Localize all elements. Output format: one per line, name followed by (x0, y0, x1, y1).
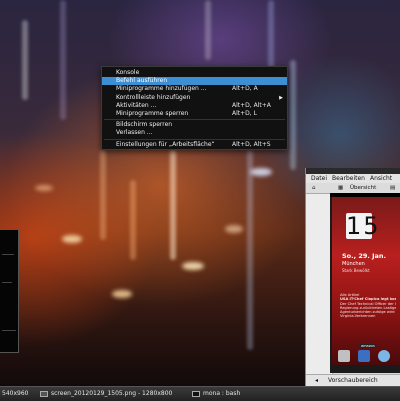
desktop-context-menu: Konsole Befehl ausführen Miniprogramme h… (101, 66, 288, 150)
window-line (2, 330, 16, 331)
wallpaper-streak (130, 180, 136, 260)
grid-icon[interactable]: ▦ (338, 183, 343, 193)
menu-item-desktop-settings[interactable]: Einstellungen für „Arbeitsfläche“ Alt+D, … (102, 141, 287, 149)
home-icon[interactable]: ⌂ (312, 183, 316, 193)
flip-clock-widget: 15 (346, 213, 400, 239)
clock-digit: 15 (346, 213, 379, 239)
menu-item-add-widgets[interactable]: Miniprogramme hinzufügen ... Alt+D, A (102, 85, 287, 93)
app-icon (358, 350, 370, 362)
wallpaper-glow (62, 235, 82, 243)
wallpaper-streak (170, 150, 176, 260)
clock-hour: 15 (346, 212, 381, 240)
window-line (2, 282, 12, 283)
wallpaper-glow (225, 225, 243, 233)
menu-item-konsole[interactable]: Konsole (102, 69, 287, 77)
preview-area-label[interactable]: Vorschaubereich (328, 377, 378, 384)
menu-item-activities[interactable]: Aktivitäten ... Alt+D, Alt+A (102, 102, 287, 110)
submenu-arrow-icon: ▶ (279, 94, 283, 101)
wallpaper-glow (182, 262, 204, 270)
shortcut-label: Alt+D, Alt+S (232, 140, 271, 148)
wallpaper-glow (112, 290, 132, 298)
taskbar: 540x960 screen_20120129_1505.png - 1280x… (0, 386, 400, 401)
weather-date: So., 29. Jan. (342, 252, 387, 260)
app-icon (338, 350, 350, 362)
menu-separator (104, 138, 285, 140)
wallpaper-streak (60, 0, 66, 120)
wallpaper-streak (247, 150, 253, 350)
task-label: 540x960 (2, 390, 29, 397)
task-label: screen_20120129_1505.png - 1280x800 (51, 390, 173, 397)
wallpaper-streak (22, 20, 28, 100)
wallpaper-streak (290, 60, 296, 170)
weather-condition: Stark Bewölkt (342, 268, 370, 273)
menu-item-add-panel[interactable]: Kontrollleiste hinzufügen ▶ (102, 94, 287, 102)
task-label: mona : bash (203, 390, 241, 397)
phone-screenshot-preview: 15 So., 29. Jan. München Stark Bewölkt A… (330, 193, 400, 373)
phone-dock (332, 347, 400, 365)
menu-item-lock-screen[interactable]: Bildschirm sperren (102, 121, 287, 129)
news-line: Virginia-Verbrennen (340, 314, 376, 319)
shortcut-label: Alt+D, L (232, 109, 257, 117)
task-button-window-1[interactable]: 540x960 (2, 387, 28, 401)
terminal-icon (192, 390, 200, 397)
news-line: USA IT-Chef Clapica legt kostlich (340, 297, 396, 302)
wallpaper-glow (35, 185, 53, 191)
menu-item-leave[interactable]: Verlassen ... (102, 129, 287, 137)
menubar: Datei Bearbeiten Ansicht (306, 174, 400, 183)
shortcut-label: Alt+D, Alt+A (232, 101, 271, 109)
wallpaper-streak (205, 0, 211, 60)
terminal-window-edge[interactable] (0, 229, 19, 353)
app-icon (378, 350, 390, 362)
wallpaper-streak (100, 150, 106, 240)
overview-button[interactable]: Übersicht (350, 183, 376, 193)
task-button-screenshot[interactable]: screen_20120129_1505.png - 1280x800 (40, 387, 172, 401)
menu-item-run-command[interactable]: Befehl ausführen (102, 77, 287, 86)
phone-screen: 15 So., 29. Jan. München Stark Bewölkt A… (332, 197, 400, 365)
menu-datei[interactable]: Datei (311, 175, 327, 182)
menu-ansicht[interactable]: Ansicht (370, 175, 392, 182)
left-arrow-icon[interactable]: ◂ (315, 377, 318, 384)
menu-separator (104, 119, 285, 121)
menu-bearbeiten[interactable]: Bearbeiten (332, 175, 365, 182)
viewer-sidebar (306, 194, 333, 374)
task-button-terminal[interactable]: mona : bash (192, 387, 240, 401)
weather-city: München (342, 261, 365, 267)
shortcut-label: Alt+D, A (232, 85, 258, 93)
wallpaper-glow (250, 168, 272, 176)
news-widget: Alle Artikel USA IT-Chef Clapica legt ko… (340, 293, 396, 319)
wallpaper-streak (268, 0, 274, 70)
window-line (2, 254, 14, 255)
menu-item-lock-widgets[interactable]: Miniprogramme sperren Alt+D, L (102, 110, 287, 118)
view-icon[interactable]: ▤ (390, 183, 395, 193)
image-file-icon (40, 390, 48, 397)
